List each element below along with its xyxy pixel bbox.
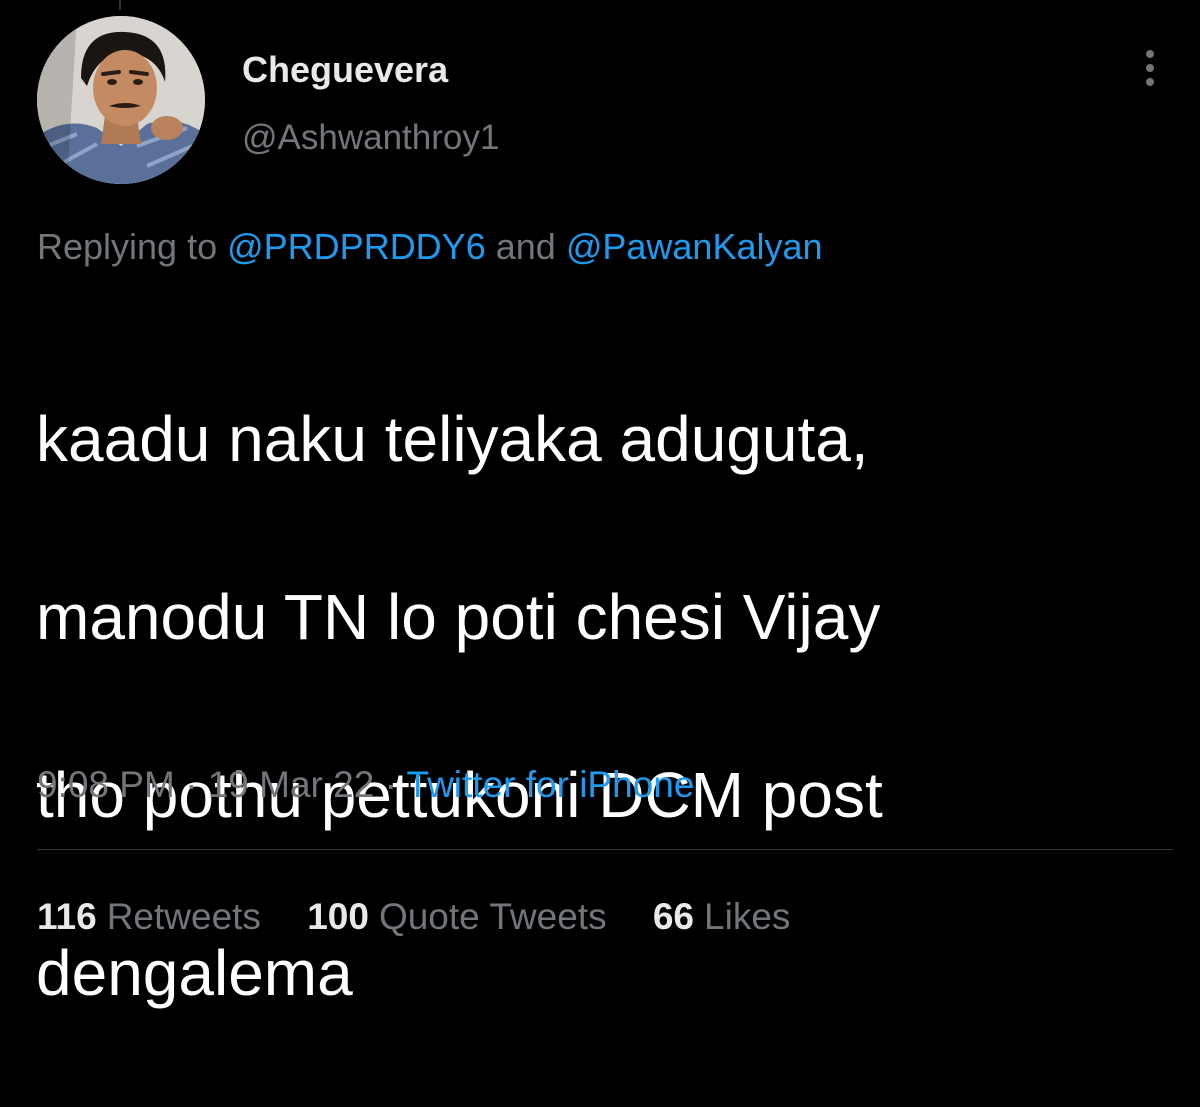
quote-tweets-count: 100: [307, 896, 369, 937]
likes-count: 66: [652, 896, 695, 937]
author-handle[interactable]: @Ashwanthroy1: [242, 118, 499, 158]
more-vertical-icon[interactable]: [1136, 48, 1164, 88]
replying-joiner: and: [495, 226, 556, 267]
avatar[interactable]: [37, 16, 205, 184]
avatar-photo: [37, 16, 205, 184]
tweet-meta: 9:08 PM · 19 Mar 22 · Twitter for iPhone: [37, 764, 694, 806]
tweet-text-line: kaadu naku teliyaka aduguta,: [36, 403, 869, 475]
tweet-time[interactable]: 9:08 PM: [37, 764, 175, 805]
quote-tweets-label: Quote Tweets: [378, 896, 607, 937]
replying-to-line: Replying to @PRDPRDDY6 and @PawanKalyan: [37, 226, 823, 268]
divider: [37, 849, 1173, 850]
replying-prefix: Replying to: [37, 226, 218, 267]
tweet-detail: Cheguevera @Ashwanthroy1 Replying to @PR…: [0, 0, 1200, 1009]
likes-stat[interactable]: 66 Likes: [653, 896, 791, 938]
retweets-label: Retweets: [106, 896, 261, 937]
tweet-stats: 116 Retweets 100 Quote Tweets 66 Likes: [37, 896, 826, 938]
meta-separator: ·: [384, 764, 397, 805]
tweet-text: kaadu naku teliyaka aduguta, manodu TN l…: [36, 306, 1186, 1107]
more-dot: [1146, 64, 1154, 72]
meta-separator: ·: [185, 764, 198, 805]
mention-link-pawankalyan[interactable]: @PawanKalyan: [566, 226, 823, 267]
mention-link-prdprddy6[interactable]: @PRDPRDDY6: [227, 226, 486, 267]
tweet-date[interactable]: 19 Mar 22: [208, 764, 375, 805]
tweet-source-link[interactable]: Twitter for iPhone: [407, 764, 695, 805]
author-display-name[interactable]: Cheguevera: [242, 49, 448, 91]
retweets-count: 116: [37, 896, 97, 937]
tweet-text-line: dengalema: [36, 937, 353, 1009]
quote-tweets-stat[interactable]: 100 Quote Tweets: [307, 896, 606, 938]
likes-label: Likes: [704, 896, 791, 937]
more-dot: [1146, 50, 1154, 58]
retweets-stat[interactable]: 116 Retweets: [37, 896, 261, 938]
thread-connector-line: [119, 0, 121, 10]
tweet-text-line: manodu TN lo poti chesi Vijay: [36, 581, 881, 653]
more-dot: [1146, 78, 1154, 86]
